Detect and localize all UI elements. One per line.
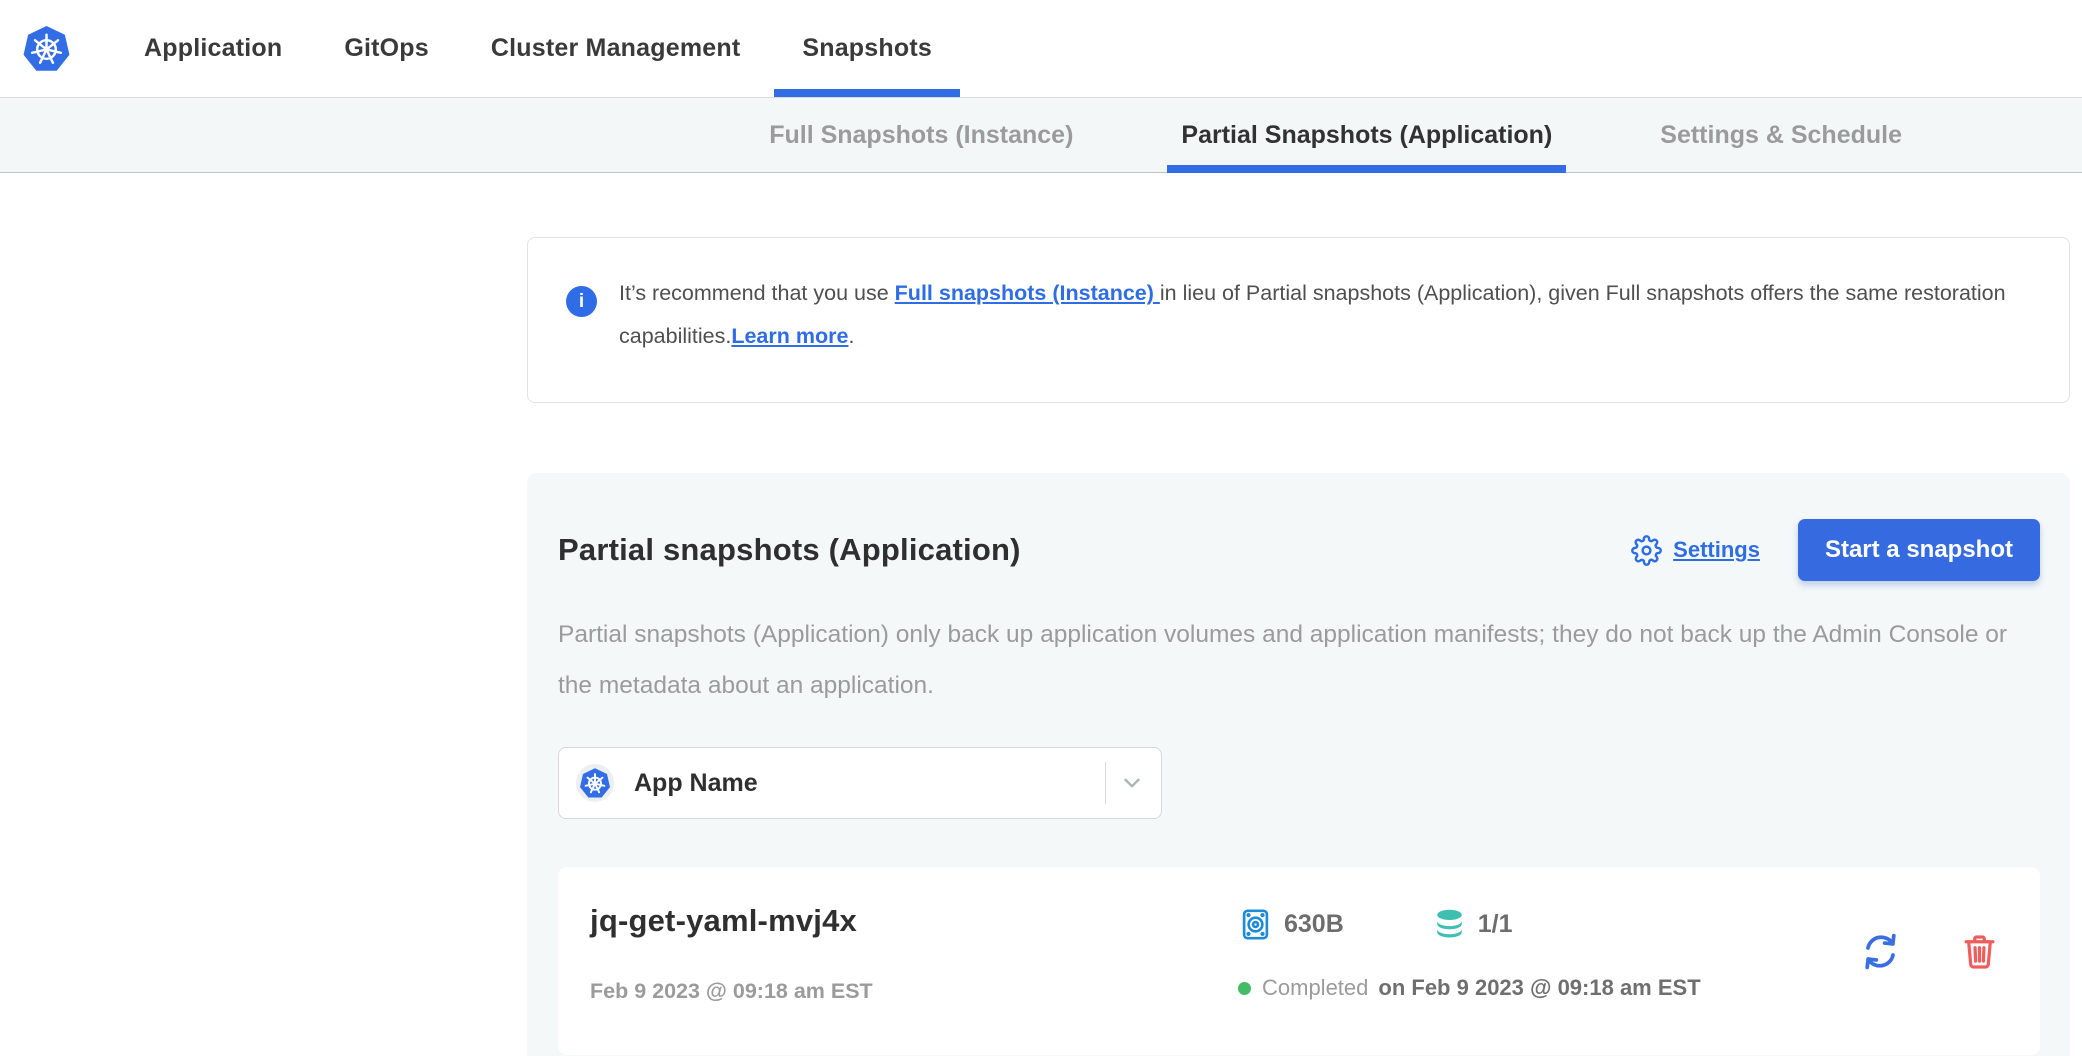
tab-partial-snapshots[interactable]: Partial Snapshots (Application) xyxy=(1167,98,1566,172)
snapshot-metrics-line: 630B 1/1 xyxy=(1238,907,1837,942)
partial-snapshots-panel: Partial snapshots (Application) Settings… xyxy=(527,473,2070,1056)
snapshot-finished-at: on Feb 9 2023 @ 09:18 am EST xyxy=(1378,975,1700,1001)
panel-title: Partial snapshots (Application) xyxy=(558,532,1631,568)
app-selector-value: App Name xyxy=(634,769,1105,798)
nav-item-application[interactable]: Application xyxy=(116,0,310,97)
selector-divider xyxy=(1105,762,1106,804)
settings-label: Settings xyxy=(1673,537,1760,563)
alert-message: It’s recommend that you use Full snapsho… xyxy=(619,272,2029,358)
info-alert: i It’s recommend that you use Full snaps… xyxy=(527,237,2070,403)
snapshot-size: 630B xyxy=(1284,910,1344,939)
learn-more-link[interactable]: Learn more xyxy=(731,324,848,348)
app-kubernetes-icon xyxy=(576,764,614,802)
tab-settings-schedule[interactable]: Settings & Schedule xyxy=(1646,98,1916,172)
alert-text-before: It’s recommend that you use xyxy=(619,281,895,305)
chevron-down-icon xyxy=(1119,770,1145,796)
delete-snapshot-button[interactable] xyxy=(1959,931,2000,972)
top-navigation: Application GitOps Cluster Management Sn… xyxy=(0,0,2082,97)
alert-text-after: . xyxy=(848,324,854,348)
snapshot-name: jq-get-yaml-mvj4x xyxy=(590,903,1238,939)
snapshots-sub-navigation: Full Snapshots (Instance) Partial Snapsh… xyxy=(0,97,2082,173)
nav-item-gitops[interactable]: GitOps xyxy=(316,0,457,97)
panel-header: Partial snapshots (Application) Settings… xyxy=(558,519,2040,581)
top-nav-items: Application GitOps Cluster Management Sn… xyxy=(116,0,960,97)
trash-icon xyxy=(1959,931,2000,972)
snapshot-volumes: 1/1 xyxy=(1478,910,1513,939)
snapshot-settings-link[interactable]: Settings xyxy=(1631,535,1760,566)
hard-drive-icon xyxy=(1238,907,1273,942)
app-name-selector[interactable]: App Name xyxy=(558,747,1162,819)
snapshot-started-at: Feb 9 2023 @ 09:18 am EST xyxy=(590,979,1238,1004)
snapshot-actions xyxy=(1857,928,2000,975)
kubernetes-logo xyxy=(22,24,71,73)
full-snapshots-link[interactable]: Full snapshots (Instance) xyxy=(895,281,1160,305)
info-icon: i xyxy=(566,286,597,317)
tab-full-snapshots[interactable]: Full Snapshots (Instance) xyxy=(755,98,1087,172)
gear-icon xyxy=(1631,535,1662,566)
nav-item-snapshots[interactable]: Snapshots xyxy=(774,0,960,97)
snapshot-metrics: 630B 1/1 Completed xyxy=(1238,903,1837,1001)
main-content: i It’s recommend that you use Full snaps… xyxy=(527,237,2070,1056)
database-icon xyxy=(1432,907,1467,942)
panel-description: Partial snapshots (Application) only bac… xyxy=(558,609,2040,711)
nav-item-cluster-management[interactable]: Cluster Management xyxy=(463,0,769,97)
snapshot-row: jq-get-yaml-mvj4x Feb 9 2023 @ 09:18 am … xyxy=(558,867,2040,1055)
restore-icon xyxy=(1857,928,1904,975)
start-snapshot-button[interactable]: Start a snapshot xyxy=(1798,519,2040,581)
snapshot-volumes-group: 1/1 xyxy=(1432,907,1513,942)
snapshot-status: Completed xyxy=(1262,975,1368,1001)
restore-snapshot-button[interactable] xyxy=(1857,928,1904,975)
snapshot-identity: jq-get-yaml-mvj4x Feb 9 2023 @ 09:18 am … xyxy=(590,903,1238,1004)
snapshot-status-line: Completed on Feb 9 2023 @ 09:18 am EST xyxy=(1238,975,1837,1001)
status-dot-icon xyxy=(1238,982,1251,995)
